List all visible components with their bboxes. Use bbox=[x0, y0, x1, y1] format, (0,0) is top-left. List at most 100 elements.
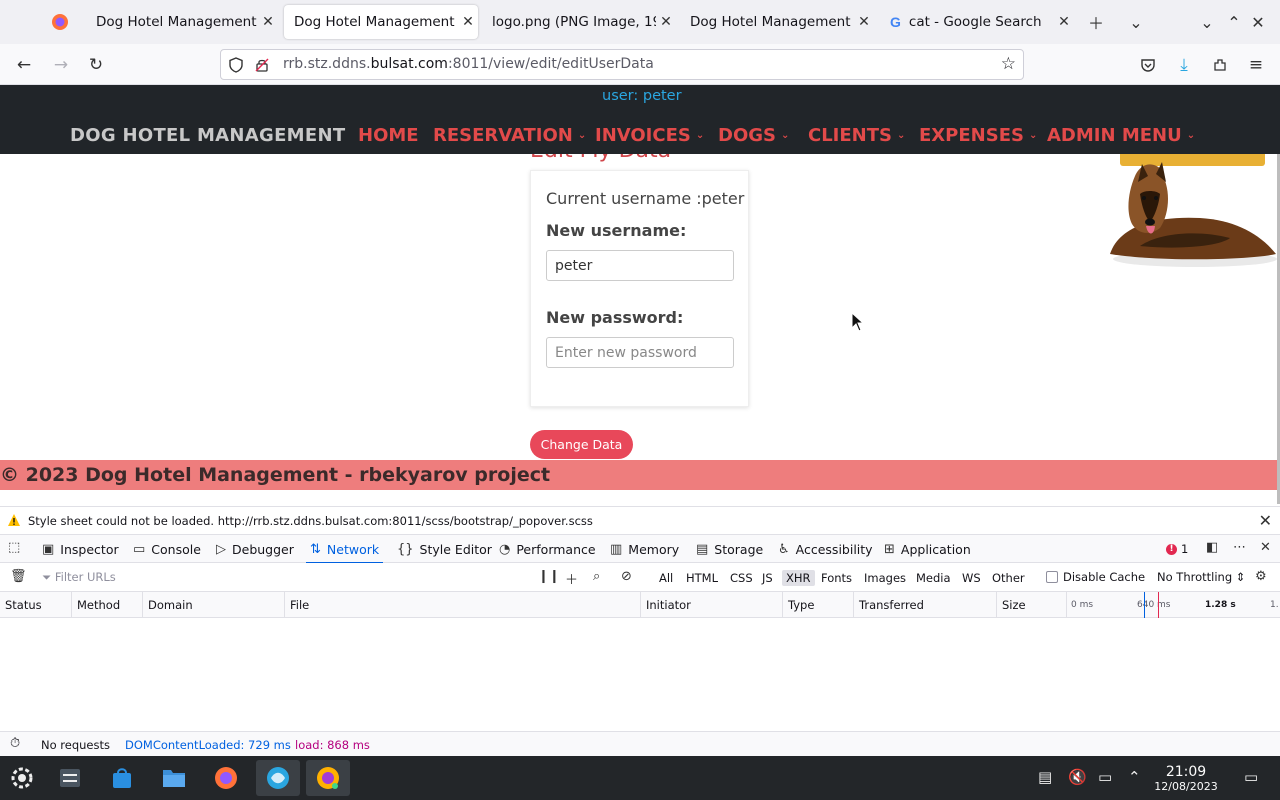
col-file[interactable]: File bbox=[285, 592, 641, 618]
tab-memory[interactable]: ▥ Memory bbox=[610, 535, 679, 563]
firefox-view-button[interactable] bbox=[42, 6, 78, 38]
tab-performance[interactable]: ◔ Performance bbox=[499, 535, 596, 563]
tab-2-active[interactable]: Dog Hotel Management ✕ bbox=[284, 5, 478, 39]
maximize-icon[interactable]: ⌃ bbox=[1222, 10, 1246, 34]
tab-storage[interactable]: ▤ Storage bbox=[696, 535, 763, 563]
filter-ws[interactable]: WS bbox=[962, 571, 981, 585]
url-text[interactable]: rrb.stz.ddns.bulsat.com:8011/view/edit/e… bbox=[283, 56, 654, 72]
close-window-icon[interactable]: ✕ bbox=[1246, 10, 1270, 34]
tab-console[interactable]: ▭ Console bbox=[133, 535, 201, 563]
tray-expand-icon[interactable]: ⌃ bbox=[1128, 768, 1141, 786]
extensions-icon[interactable] bbox=[1207, 52, 1233, 78]
filter-other[interactable]: Other bbox=[992, 571, 1025, 585]
list-all-tabs-icon[interactable]: ⌄ bbox=[1124, 10, 1148, 34]
col-domain[interactable]: Domain bbox=[143, 592, 285, 618]
menu-clients[interactable]: CLIENTS ⌄ bbox=[808, 125, 905, 146]
close-tab-icon[interactable]: ✕ bbox=[258, 14, 278, 30]
menu-admin[interactable]: ADMIN MENU ⌄ bbox=[1047, 125, 1195, 146]
tab-5[interactable]: G cat - Google Search ✕ bbox=[880, 5, 1074, 39]
clear-requests-icon[interactable]: 🗑 bbox=[10, 569, 27, 584]
menu-reservation[interactable]: RESERVATION ⌄ bbox=[433, 125, 586, 146]
forward-icon[interactable]: → bbox=[48, 52, 74, 78]
throttling-select[interactable]: No Throttling ⇕ bbox=[1157, 570, 1245, 584]
bookmark-star-icon[interactable]: ☆ bbox=[1001, 54, 1016, 74]
error-count-badge[interactable]: ! 1 bbox=[1166, 542, 1188, 556]
close-warning-icon[interactable]: ✕ bbox=[1259, 511, 1272, 530]
close-devtools-icon[interactable]: ✕ bbox=[1260, 540, 1271, 555]
more-options-icon[interactable]: ⋯ bbox=[1233, 540, 1246, 555]
tab-3[interactable]: logo.png (PNG Image, 192 ✕ bbox=[482, 5, 676, 39]
tab-1[interactable]: Dog Hotel Management ✕ bbox=[86, 5, 278, 39]
back-icon[interactable]: ← bbox=[11, 52, 37, 78]
browser-taskbar-icon[interactable] bbox=[256, 760, 300, 796]
pause-icon[interactable]: ❙❙ bbox=[538, 569, 560, 584]
tab-application[interactable]: ⊞ Application bbox=[884, 535, 971, 563]
new-username-input[interactable] bbox=[546, 250, 734, 281]
network-icon[interactable]: ▭ bbox=[1098, 768, 1112, 786]
firefox-dev-taskbar-icon[interactable] bbox=[306, 760, 350, 796]
reload-icon[interactable]: ↻ bbox=[83, 52, 109, 78]
filter-fonts[interactable]: Fonts bbox=[821, 571, 852, 585]
tab-network[interactable]: ⇅ Network bbox=[305, 535, 384, 564]
filter-images[interactable]: Images bbox=[864, 571, 906, 585]
new-tab-button[interactable]: ＋ bbox=[1084, 10, 1108, 34]
col-size[interactable]: Size bbox=[997, 592, 1067, 618]
close-tab-icon[interactable]: ✕ bbox=[656, 14, 676, 30]
url-bar[interactable]: rrb.stz.ddns.bulsat.com:8011/view/edit/e… bbox=[220, 49, 1024, 80]
search-icon[interactable]: ⌕ bbox=[593, 569, 600, 584]
pocket-icon[interactable] bbox=[1135, 52, 1161, 78]
filter-html[interactable]: HTML bbox=[686, 571, 718, 585]
filter-xhr[interactable]: XHR bbox=[782, 570, 815, 586]
clock[interactable]: 21:09 12/08/2023 bbox=[1152, 764, 1220, 793]
filter-media[interactable]: Media bbox=[916, 571, 951, 585]
shield-icon[interactable] bbox=[227, 56, 245, 74]
new-password-input[interactable] bbox=[546, 337, 734, 368]
col-status[interactable]: Status bbox=[0, 592, 72, 618]
tab-inspector[interactable]: ▣ Inspector bbox=[42, 535, 119, 563]
menu-home[interactable]: HOME bbox=[358, 125, 419, 146]
google-icon: G bbox=[890, 14, 901, 30]
menu-invoices[interactable]: INVOICES ⌄ bbox=[595, 125, 704, 146]
change-data-button[interactable]: Change Data bbox=[530, 430, 633, 459]
close-tab-icon[interactable]: ✕ bbox=[1054, 14, 1074, 30]
add-blocking-icon[interactable]: ＋ bbox=[565, 569, 578, 588]
tab-style-editor[interactable]: {} Style Editor bbox=[397, 535, 492, 563]
tab-label: Dog Hotel Management bbox=[96, 14, 257, 30]
filter-css[interactable]: CSS bbox=[730, 571, 753, 585]
col-transferred[interactable]: Transferred bbox=[854, 592, 997, 618]
block-icon[interactable]: ⊘ bbox=[621, 569, 632, 584]
minimize-icon[interactable]: ⌄ bbox=[1195, 10, 1219, 34]
system-settings-icon[interactable] bbox=[48, 760, 92, 796]
application-icon: ⊞ bbox=[884, 541, 895, 557]
firefox-taskbar-icon[interactable] bbox=[204, 760, 248, 796]
hamburger-menu-icon[interactable]: ≡ bbox=[1243, 52, 1269, 78]
menu-dogs[interactable]: DOGS ⌄ bbox=[718, 125, 789, 146]
col-type[interactable]: Type bbox=[783, 592, 854, 618]
discover-store-icon[interactable] bbox=[100, 760, 144, 796]
performance-analysis-icon[interactable]: ⏱ bbox=[10, 736, 20, 751]
close-tab-icon[interactable]: ✕ bbox=[458, 14, 478, 30]
volume-muted-icon[interactable]: 🔇 bbox=[1068, 768, 1087, 786]
application-launcher-icon[interactable] bbox=[0, 760, 44, 796]
show-desktop-icon[interactable]: ▭ bbox=[1244, 768, 1258, 786]
network-settings-gear-icon[interactable]: ⚙ bbox=[1255, 569, 1267, 584]
site-brand[interactable]: DOG HOTEL MANAGEMENT bbox=[70, 125, 345, 146]
dock-toggle-icon[interactable]: ◧ bbox=[1206, 540, 1218, 555]
logged-in-user: user: peter bbox=[602, 88, 682, 104]
tab-debugger[interactable]: ▷ Debugger bbox=[216, 535, 294, 563]
filter-js[interactable]: JS bbox=[762, 571, 773, 585]
close-tab-icon[interactable]: ✕ bbox=[854, 14, 874, 30]
file-manager-icon[interactable] bbox=[152, 760, 196, 796]
clipboard-icon[interactable]: ▤ bbox=[1038, 768, 1052, 786]
filter-urls-input[interactable]: ⏷ Filter URLs bbox=[42, 570, 116, 585]
disable-cache-checkbox[interactable]: Disable Cache bbox=[1046, 570, 1145, 584]
col-method[interactable]: Method bbox=[72, 592, 143, 618]
tab-4[interactable]: Dog Hotel Management ✕ bbox=[680, 5, 874, 39]
tab-accessibility[interactable]: ♿ Accessibility bbox=[778, 535, 873, 563]
menu-expenses[interactable]: EXPENSES ⌄ bbox=[919, 125, 1037, 146]
filter-all[interactable]: All bbox=[659, 571, 673, 585]
element-picker-icon[interactable]: ⬚ bbox=[8, 540, 20, 555]
downloads-icon[interactable]: ⤓ bbox=[1171, 52, 1197, 78]
insecure-lock-icon[interactable] bbox=[254, 57, 270, 73]
col-initiator[interactable]: Initiator bbox=[641, 592, 783, 618]
